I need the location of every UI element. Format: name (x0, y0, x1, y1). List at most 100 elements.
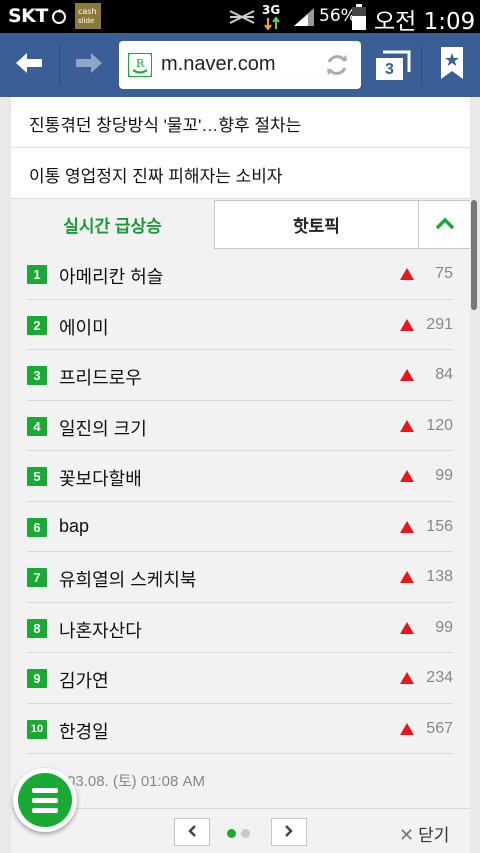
rank-badge: 8 (27, 618, 47, 638)
up-arrow-icon (400, 571, 414, 583)
rank-badge: 10 (27, 719, 47, 739)
ranking-tabs: 실시간 급상승 핫토픽 (11, 200, 470, 249)
toolbar-divider (421, 45, 422, 85)
mute-icon (228, 8, 256, 30)
rank-change: 234 (426, 669, 453, 686)
keyword: 프리드로우 (59, 368, 142, 388)
menu-fab-button[interactable] (13, 768, 77, 832)
svg-text:slide: slide (78, 17, 94, 25)
list-item[interactable]: 4 일진의 크기 120 (27, 401, 453, 451)
sync-icon (50, 7, 68, 29)
rank-change: 120 (426, 416, 453, 434)
back-button[interactable] (0, 33, 58, 97)
rank-badge: 3 (27, 366, 47, 385)
list-item[interactable]: 10 한경일 567 (27, 704, 453, 754)
rank-change: 156 (426, 517, 453, 535)
battery-icon (352, 4, 366, 34)
back-arrow-icon (14, 51, 44, 79)
forward-arrow-icon (74, 51, 104, 79)
page-content: 진통겪던 창당방식 '물꼬'…향후 절차는 이통 영업정지 진짜 피해자는 소비… (11, 97, 470, 853)
rank-badge: 6 (27, 517, 47, 537)
chevron-right-icon (284, 823, 294, 842)
rank-change: 291 (426, 315, 453, 333)
list-item[interactable]: 9 김가연 234 (27, 653, 453, 704)
close-button[interactable]: ✕ 닫기 (399, 821, 449, 846)
news-headline[interactable]: 진통겪던 창당방식 '물꼬'…향후 절차는 (11, 97, 470, 148)
list-item[interactable]: 7 유희열의 스케치북 138 (27, 552, 453, 603)
page-dot (241, 829, 250, 838)
svg-text:cash: cash (78, 7, 97, 16)
scrollbar[interactable] (471, 200, 477, 310)
tab-label: 핫토픽 (293, 217, 340, 236)
status-bar: SKT cash slide 3G 56% 오전 1:09 (0, 0, 480, 35)
address-bar[interactable]: R m.naver.com (119, 41, 361, 89)
svg-text:R: R (136, 57, 145, 70)
pagination-bar: ✕ 닫기 (11, 808, 470, 853)
prev-page-button[interactable] (174, 818, 210, 846)
tab-count: 3 (385, 61, 394, 78)
rank-change: 84 (435, 366, 453, 383)
page-dot-active (227, 829, 236, 838)
keyword: 한경일 (59, 721, 109, 742)
naver-favicon-icon: R (127, 52, 153, 81)
update-timestamp: 03.08. (토) 01:08 AM (67, 773, 206, 790)
rank-change: 99 (435, 467, 453, 484)
list-item[interactable]: 3 프리드로우 84 (27, 350, 453, 401)
up-arrow-icon (400, 520, 414, 533)
keyword: 일진의 크기 (59, 418, 147, 439)
close-icon: ✕ (399, 825, 415, 845)
chevron-up-icon (435, 215, 455, 235)
up-arrow-icon (400, 621, 414, 634)
up-arrow-icon (400, 318, 414, 331)
menu-icon (18, 773, 72, 827)
rank-badge: 4 (27, 416, 47, 436)
rank-badge: 1 (27, 265, 47, 284)
list-item[interactable]: 8 나혼자산다 99 (27, 603, 453, 653)
tabs-button[interactable]: 3 (367, 33, 417, 97)
close-label: 닫기 (418, 826, 450, 845)
collapse-button[interactable] (419, 200, 470, 249)
up-arrow-icon (400, 470, 414, 482)
news-headline[interactable]: 이통 영업정지 진짜 피해자는 소비자 (11, 148, 470, 199)
next-page-button[interactable] (271, 818, 307, 846)
svg-text:3G: 3G (262, 3, 280, 17)
list-item[interactable]: 2 에이미 291 (27, 300, 453, 350)
list-item[interactable]: 1 아메리칸 허슬 75 (27, 249, 453, 300)
keyword: 아메리칸 허슬 (59, 267, 164, 287)
reload-icon[interactable] (324, 52, 350, 82)
rank-badge: 9 (27, 669, 47, 688)
list-item[interactable]: 6 bap 156 (27, 502, 453, 552)
rank-change: 138 (426, 568, 453, 585)
bookmark-button[interactable] (424, 33, 480, 97)
rank-change: 75 (435, 265, 453, 282)
trending-list: 1 아메리칸 허슬 75 2 에이미 291 3 프리드로우 84 4 일진의 … (27, 249, 453, 754)
cash-slide-icon: cash slide (75, 3, 101, 33)
up-arrow-icon (400, 672, 414, 684)
tab-hot-topic[interactable]: 핫토픽 (215, 200, 419, 249)
keyword: 김가연 (59, 671, 109, 691)
rank-badge: 2 (27, 315, 47, 335)
tab-realtime-rising[interactable]: 실시간 급상승 (11, 200, 215, 249)
rank-badge: 7 (27, 568, 47, 587)
news-headline-text: 이통 영업정지 진짜 피해자는 소비자 (29, 167, 283, 186)
keyword: 유희열의 스케치북 (59, 570, 197, 590)
up-arrow-icon (400, 268, 414, 280)
clock: 오전 1:09 (374, 9, 476, 35)
news-headline-text: 진통겪던 창당방식 '물꼬'…향후 절차는 (29, 116, 302, 135)
signal-icon (292, 6, 316, 32)
rank-change: 567 (426, 719, 453, 737)
up-arrow-icon (400, 722, 414, 735)
data-arrows-icon: 3G (262, 2, 286, 34)
carrier-label: SKT (8, 5, 48, 27)
keyword: 꽃보다할배 (59, 469, 142, 489)
tabs-icon: 3 (373, 48, 411, 82)
bookmark-star-icon (440, 46, 464, 84)
rank-badge: 5 (27, 467, 47, 486)
forward-button[interactable] (60, 33, 118, 97)
list-item[interactable]: 5 꽃보다할배 99 (27, 451, 453, 502)
keyword: bap (59, 515, 90, 536)
up-arrow-icon (400, 419, 414, 432)
keyword: 나혼자산다 (59, 620, 142, 641)
chevron-left-icon (187, 823, 197, 842)
browser-toolbar: R m.naver.com 3 (0, 33, 480, 97)
